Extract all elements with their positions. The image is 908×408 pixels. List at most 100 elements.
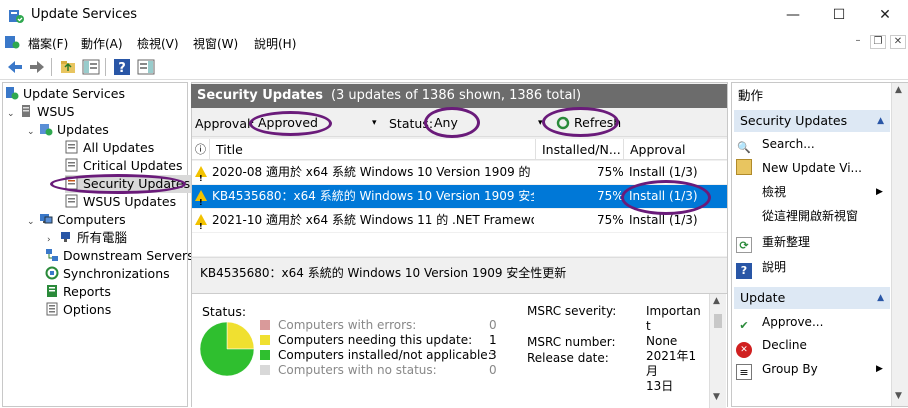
- action-label: 檢視: [762, 185, 787, 199]
- help-icon[interactable]: ?: [113, 58, 131, 76]
- menu-help[interactable]: 說明(H): [254, 35, 296, 52]
- legend-swatch: [260, 350, 270, 360]
- options-icon: [46, 302, 58, 316]
- action-new-window[interactable]: 從這裡開啟新視窗: [736, 204, 886, 228]
- chevron-down-icon[interactable]: ⌄: [27, 213, 37, 231]
- mdi-minimize-button[interactable]: –: [850, 35, 866, 49]
- submenu-arrow-icon: ▶: [876, 187, 883, 197]
- menu-window[interactable]: 視窗(W): [193, 35, 238, 52]
- column-info-icon[interactable]: ⓘ: [192, 139, 210, 160]
- tree-item-synchronizations[interactable]: Synchronizations: [45, 265, 170, 283]
- legend-swatch: [260, 335, 270, 345]
- collapse-icon[interactable]: ▲: [877, 110, 884, 132]
- chevron-down-icon[interactable]: ⌄: [27, 123, 37, 141]
- action-approve[interactable]: ✔ Approve...: [736, 310, 886, 334]
- action-label: Approve...: [762, 315, 824, 329]
- tree-item-updates[interactable]: ⌄ Updates: [27, 121, 109, 139]
- tree-label: WSUS Updates: [83, 194, 177, 209]
- menu-file[interactable]: 檔案(F): [28, 35, 68, 52]
- mmc-icon[interactable]: [4, 35, 20, 50]
- highlight-oval-security-updates: [50, 174, 186, 194]
- menu-view[interactable]: 檢視(V): [137, 35, 179, 52]
- action-search[interactable]: 🔍 Search...: [736, 132, 886, 156]
- pane-subtitle: (3 updates of 1386 shown, 1386 total): [330, 88, 582, 103]
- new-view-icon: [736, 159, 752, 175]
- action-view[interactable]: 檢視 ▶: [736, 180, 886, 204]
- tree-item-all-updates[interactable]: All Updates: [65, 139, 154, 157]
- action-label: 重新整理: [762, 235, 811, 249]
- pie-slice-computers-needing-this-update: [226, 321, 255, 350]
- legend-label: Computers needing this update:: [278, 333, 473, 347]
- tree-item-all-computers[interactable]: › 所有電腦: [47, 229, 127, 247]
- tree-label: All Updates: [83, 140, 155, 155]
- close-button[interactable]: ✕: [862, 0, 908, 31]
- action-refresh[interactable]: ⟳ 重新整理: [736, 230, 886, 254]
- row-installed: 75%: [597, 189, 624, 203]
- column-approval[interactable]: Approval: [624, 139, 727, 160]
- forward-arrow-icon[interactable]: [28, 58, 46, 76]
- action-label: 從這裡開啟新視窗: [762, 209, 859, 223]
- actions-header: 動作: [738, 88, 764, 103]
- highlight-oval-approval: [249, 111, 332, 136]
- menu-action[interactable]: 動作(A): [81, 35, 123, 52]
- legend-label: Computers installed/not applicable:: [278, 348, 492, 362]
- legend-item-no-status: Computers with no status: 0: [260, 363, 500, 378]
- blank-icon: [736, 183, 752, 199]
- minimize-button[interactable]: —: [770, 0, 816, 31]
- up-folder-icon[interactable]: [59, 58, 77, 76]
- decline-icon: ✕: [736, 342, 752, 358]
- collapse-icon[interactable]: ▲: [877, 287, 884, 309]
- release-date-value: 2021年1: [646, 349, 697, 363]
- mdi-close-button[interactable]: ✕: [890, 35, 906, 49]
- scroll-up-icon[interactable]: ▲: [713, 296, 720, 306]
- back-arrow-icon[interactable]: [6, 58, 24, 76]
- action-label: Search...: [762, 137, 815, 151]
- action-decline[interactable]: ✕ Decline: [736, 333, 886, 358]
- actions-section-security-updates[interactable]: Security Updates ▲: [734, 110, 890, 132]
- scroll-down-icon[interactable]: ▼: [713, 392, 720, 402]
- search-icon: 🔍: [737, 141, 751, 154]
- tree-item-options[interactable]: Options: [45, 301, 111, 319]
- update-view-icon: [65, 140, 78, 154]
- tree-item-wsus-updates[interactable]: WSUS Updates: [65, 193, 176, 211]
- synchronizations-icon: [45, 266, 59, 280]
- mdi-restore-button[interactable]: ❐: [870, 35, 886, 49]
- tree-item-update-services[interactable]: Update Services: [5, 85, 125, 103]
- actions-section-update[interactable]: Update ▲: [734, 287, 890, 309]
- window-title: Update Services: [31, 7, 138, 22]
- tree-item-downstream-servers[interactable]: Downstream Servers: [45, 247, 194, 265]
- legend-swatch: [260, 365, 270, 375]
- release-date-value-wrap: 13日: [646, 379, 674, 393]
- action-label: New Update Vi...: [762, 161, 862, 175]
- tree-item-wsus[interactable]: ⌄ WSUS: [7, 103, 74, 121]
- scroll-thumb[interactable]: [714, 314, 722, 328]
- action-new-update-view[interactable]: New Update Vi...: [736, 156, 886, 180]
- tree-item-critical-updates[interactable]: Critical Updates: [65, 157, 182, 175]
- column-title[interactable]: Title: [210, 139, 536, 160]
- tree-label: Reports: [63, 284, 111, 299]
- show-action-pane-icon[interactable]: [137, 58, 155, 76]
- scroll-up-icon[interactable]: ▲: [895, 85, 902, 95]
- tree-item-computers[interactable]: ⌄ Computers: [27, 211, 126, 229]
- tree-label: Critical Updates: [83, 158, 183, 173]
- action-help[interactable]: ? 說明: [736, 255, 886, 279]
- column-installed[interactable]: Installed/N...: [536, 139, 624, 160]
- action-label: Group By: [762, 362, 818, 376]
- maximize-button[interactable]: ☐: [816, 0, 862, 31]
- scroll-down-icon[interactable]: ▼: [895, 391, 902, 401]
- tree-item-reports[interactable]: Reports: [45, 283, 111, 301]
- refresh-icon: ⟳: [736, 237, 752, 253]
- legend-value: 3: [489, 348, 497, 362]
- pane-title: Security Updates: [197, 88, 323, 103]
- section-label: Security Updates: [740, 113, 848, 128]
- show-hide-tree-icon[interactable]: [82, 58, 100, 76]
- details-scrollbar[interactable]: ▲ ▼: [709, 294, 726, 408]
- pane-header: Security Updates (3 updates of 1386 shown…: [191, 84, 727, 108]
- legend-label: Computers with no status:: [278, 363, 437, 377]
- chevron-down-icon[interactable]: ⌄: [7, 105, 17, 123]
- submenu-arrow-icon: ▶: [876, 364, 883, 374]
- action-group-by[interactable]: ≡ Group By ▶: [736, 357, 886, 381]
- computer-group-icon: [61, 232, 70, 242]
- actions-scrollbar[interactable]: ▲ ▼: [891, 83, 908, 406]
- dropdown-arrow-icon: ▾: [372, 118, 377, 128]
